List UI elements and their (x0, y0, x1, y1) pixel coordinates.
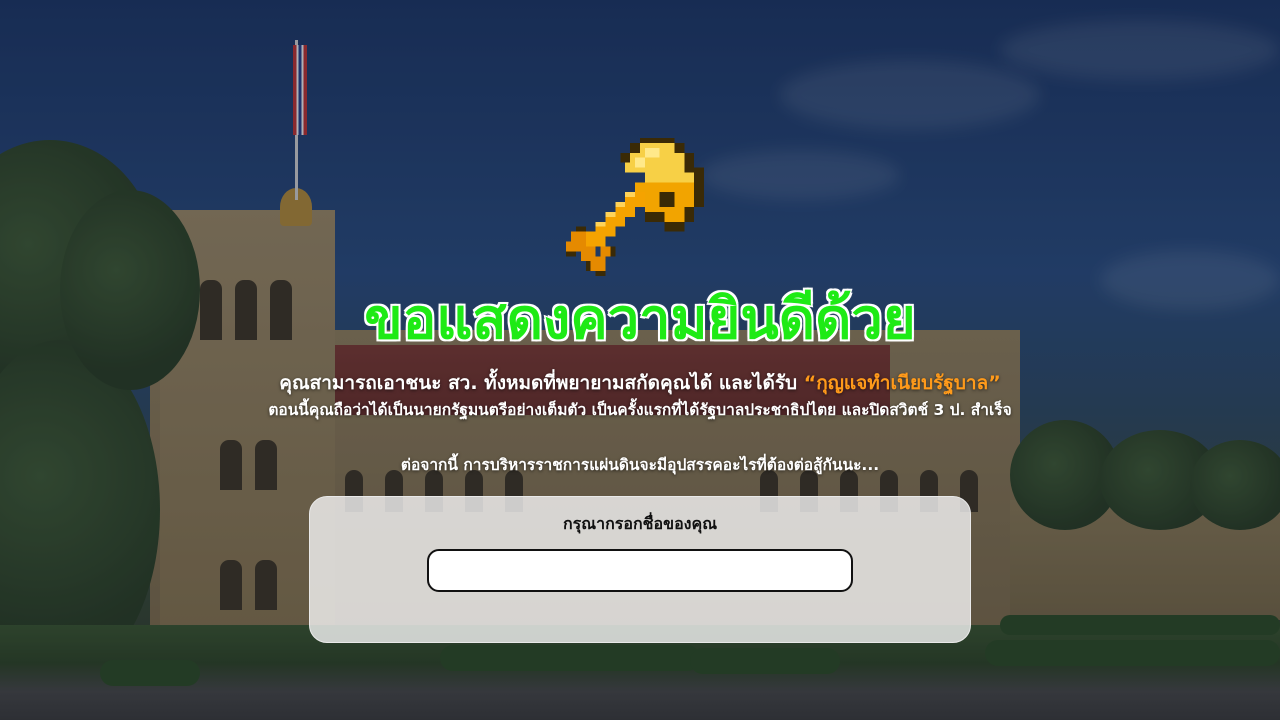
player-name-input[interactable] (427, 549, 853, 592)
prime-minister-message: ตอนนี้คุณถือว่าได้เป็นนายกรัฐมนตรีอย่างเ… (268, 401, 1012, 419)
golden-key-icon (566, 138, 705, 276)
reward-message: คุณสามารถเอาชนะ สว. ทั้งหมดที่พยายามสกัด… (0, 368, 1280, 398)
name-field-label: กรุณากรอกชื่อของคุณ (562, 514, 718, 533)
name-entry-panel: กรุณากรอกชื่อของคุณ (309, 496, 971, 643)
reward-item-name: “กุญแจทำเนียบรัฐบาล” (803, 372, 1001, 394)
game-screen: ขอแสดงความยินดีด้วย คุณสามารถเอาชนะ สว. … (0, 0, 1280, 720)
next-challenge-message: ต่อจากนี้ การบริหารราชการแผ่นดินจะมีอุปส… (400, 456, 880, 474)
reward-message-text: คุณสามารถเอาชนะ สว. ทั้งหมดที่พยายามสกัด… (279, 372, 804, 394)
congratulations-headline: ขอแสดงความยินดีด้วย (363, 286, 916, 353)
